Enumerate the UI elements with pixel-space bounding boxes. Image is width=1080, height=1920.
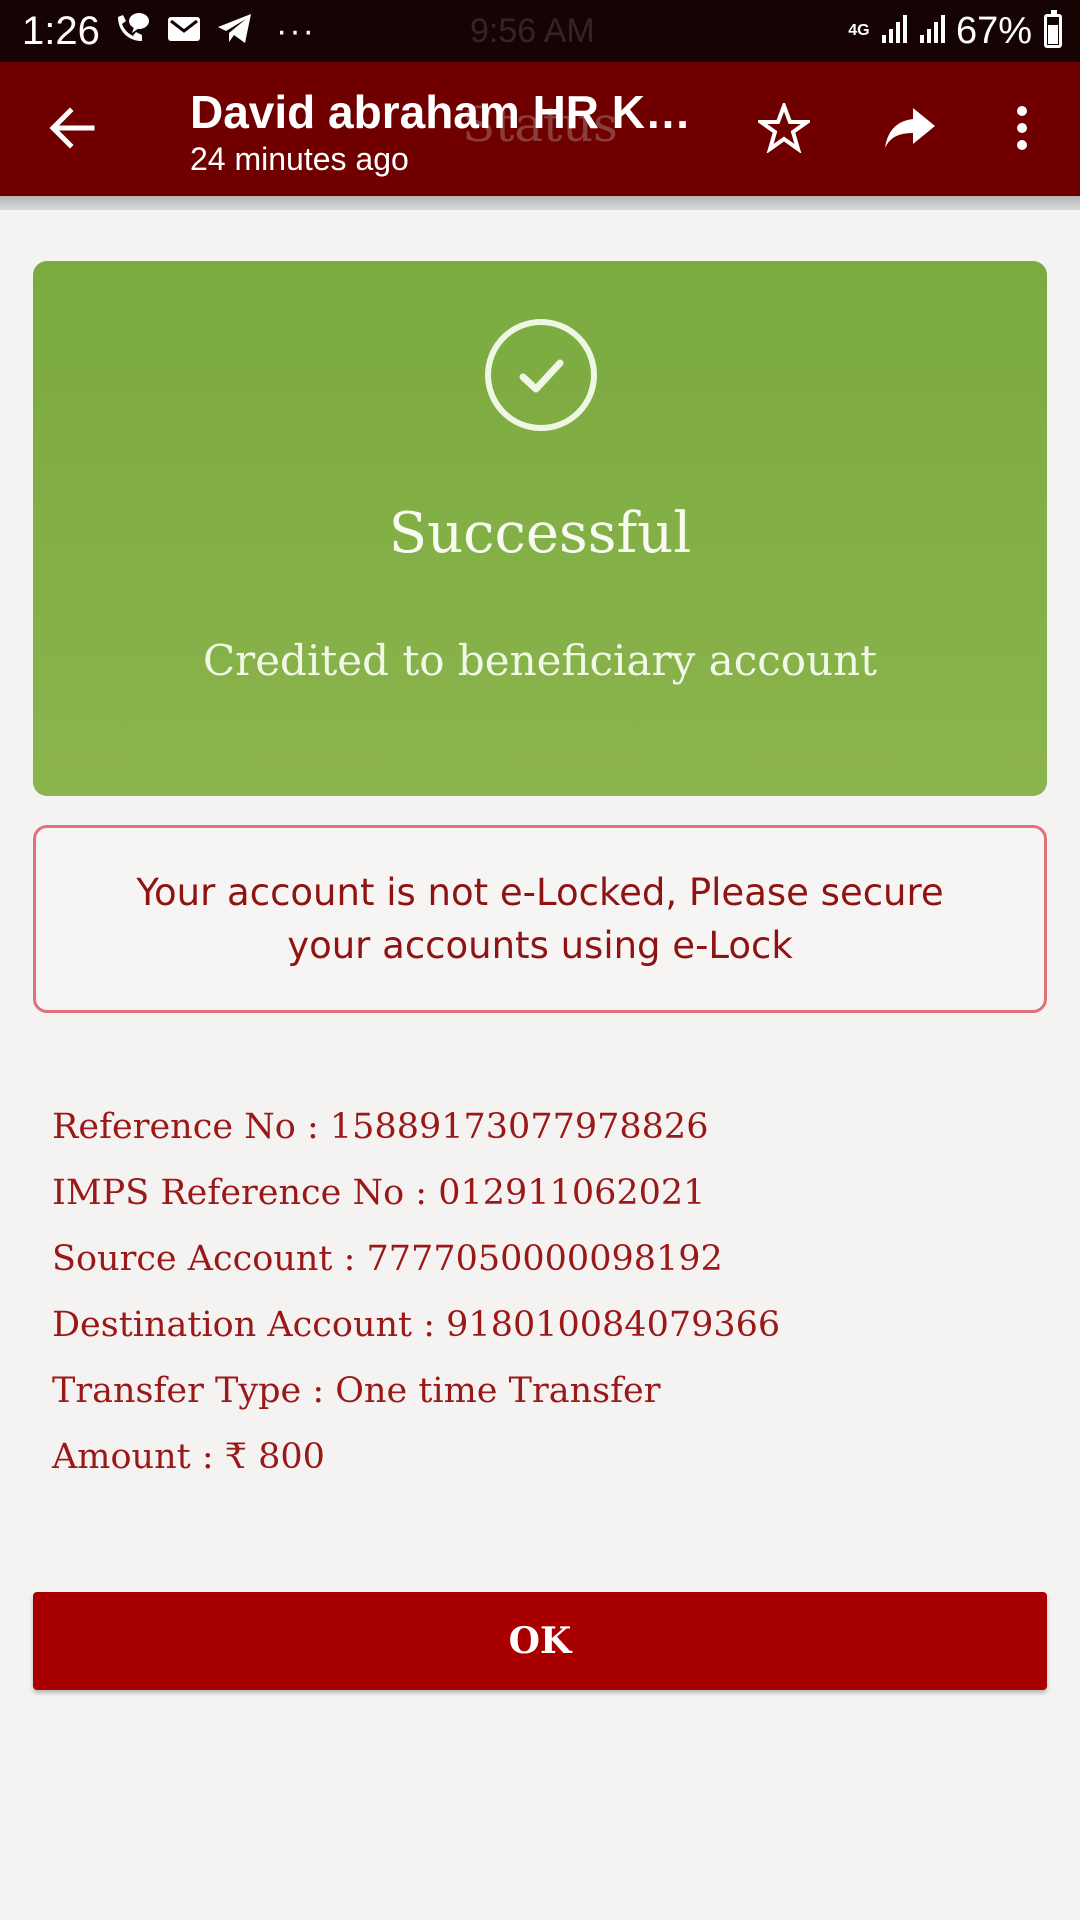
detail-row-source-account: Source Account : 7777050000098192 bbox=[52, 1239, 723, 1279]
app-toolbar: Status David abraham HR Kan… 24 minutes … bbox=[0, 62, 1080, 196]
status-bar: 9:56 AM 1:26 ··· 4G 67% bbox=[0, 0, 1080, 62]
success-title: Successful bbox=[388, 501, 692, 566]
system-icons: 4G 67% bbox=[846, 8, 1062, 54]
conversation-header[interactable]: David abraham HR Kan… 24 minutes ago bbox=[190, 84, 710, 178]
share-icon bbox=[883, 106, 937, 155]
contact-name: David abraham HR Kan… bbox=[190, 86, 710, 138]
detail-row-imps-reference: IMPS Reference No : 012911062021 bbox=[52, 1173, 706, 1213]
star-icon bbox=[754, 99, 814, 158]
detail-row-destination-account: Destination Account : 918010084079366 bbox=[52, 1305, 781, 1345]
signal-icon bbox=[918, 13, 948, 50]
signal-icon bbox=[880, 13, 910, 50]
battery-icon bbox=[1044, 10, 1062, 48]
success-card: Successful Credited to beneficiary accou… bbox=[33, 261, 1047, 796]
network-type: 4G bbox=[848, 22, 870, 39]
back-arrow-icon bbox=[48, 106, 96, 155]
notification-icons: ··· bbox=[112, 12, 316, 50]
phone-chat-icon bbox=[112, 11, 152, 52]
detail-row-reference: Reference No : 15889173077978826 bbox=[52, 1107, 709, 1147]
mail-icon bbox=[166, 13, 202, 50]
toolbar-shadow bbox=[0, 196, 1080, 210]
ok-button[interactable]: OK bbox=[33, 1592, 1047, 1690]
status-time: 1:26 bbox=[22, 9, 100, 53]
forward-button[interactable] bbox=[878, 102, 942, 158]
detail-row-amount: Amount : ₹ 800 bbox=[52, 1437, 325, 1477]
more-options-button[interactable] bbox=[990, 102, 1054, 158]
check-circle-icon bbox=[485, 319, 597, 431]
transaction-details: Reference No : 15889173077978826 IMPS Re… bbox=[52, 1094, 1032, 1490]
elock-warning: Your account is not e-Locked, Please sec… bbox=[33, 825, 1047, 1013]
more-vert-icon bbox=[1015, 105, 1029, 156]
last-seen: 24 minutes ago bbox=[190, 141, 409, 177]
star-button[interactable] bbox=[752, 99, 816, 158]
detail-row-transfer-type: Transfer Type : One time Transfer bbox=[52, 1371, 661, 1411]
success-subtitle: Credited to beneficiary account bbox=[202, 636, 878, 685]
elock-warning-text: Your account is not e-Locked, Please sec… bbox=[136, 871, 944, 967]
background-time: 9:56 AM bbox=[470, 12, 595, 50]
telegram-icon bbox=[216, 12, 254, 51]
battery-percent: 67% bbox=[955, 9, 1032, 52]
overflow-dots: ··· bbox=[276, 12, 316, 50]
back-button[interactable] bbox=[40, 102, 104, 158]
